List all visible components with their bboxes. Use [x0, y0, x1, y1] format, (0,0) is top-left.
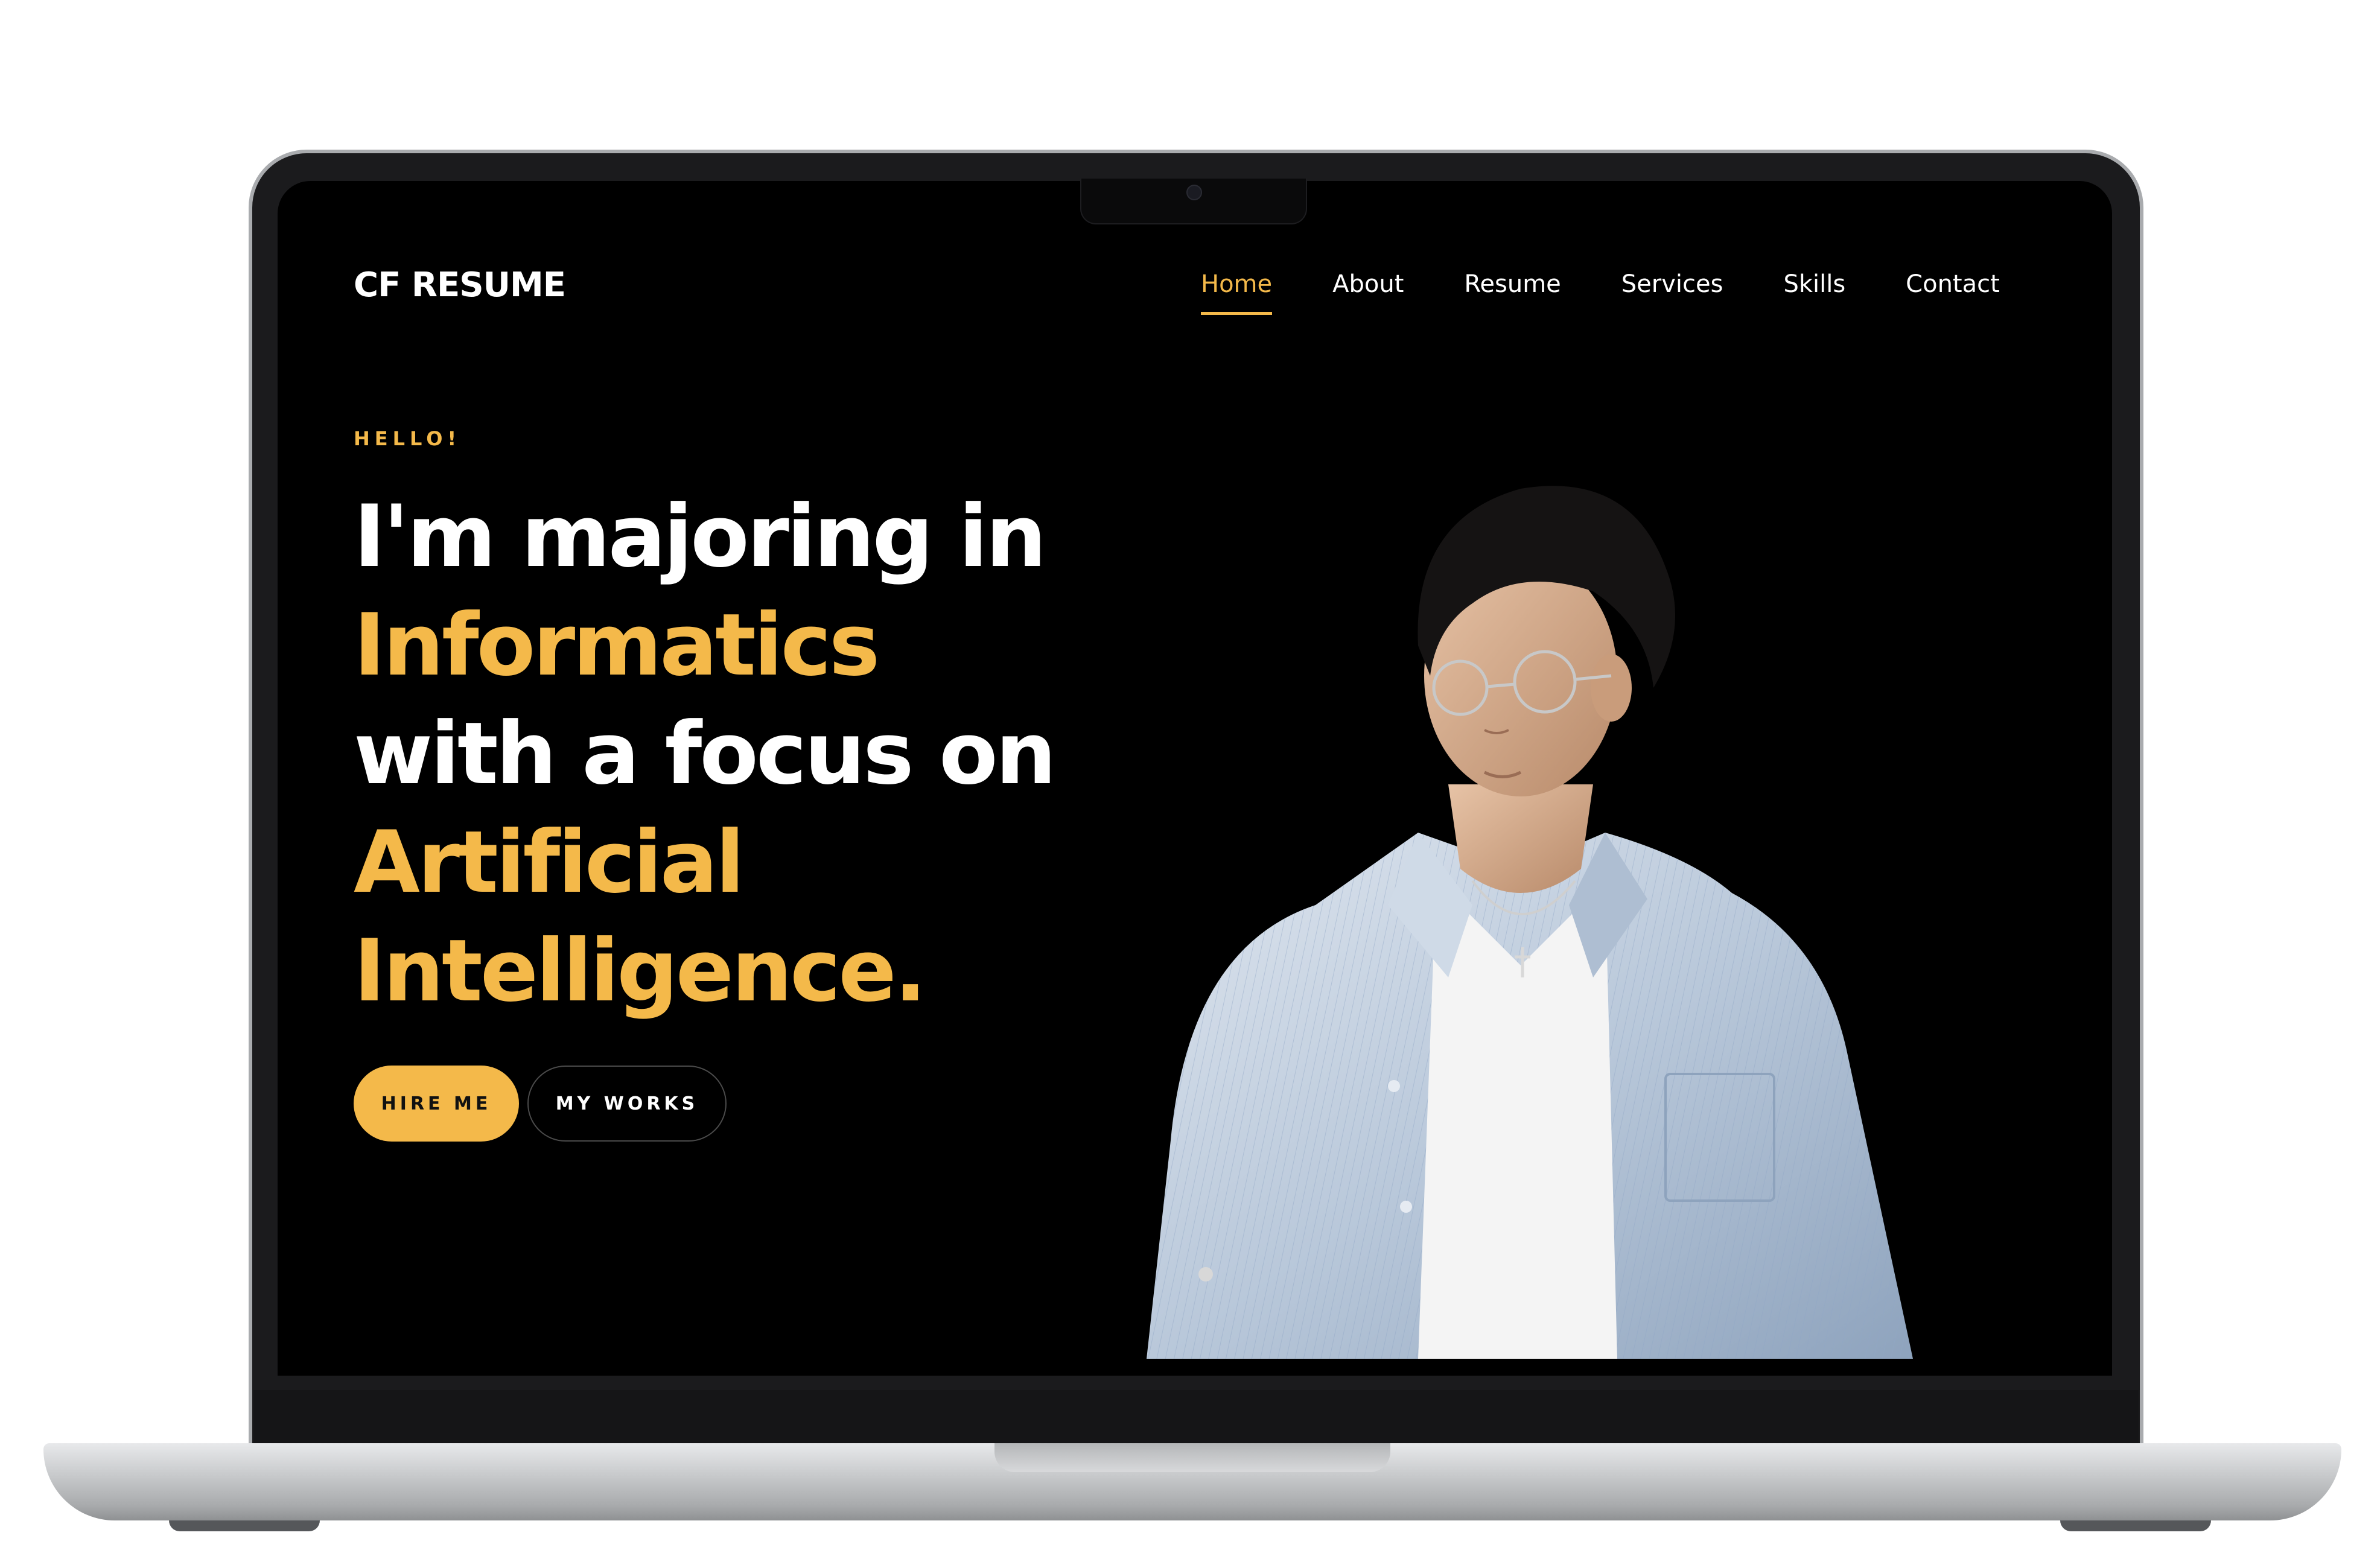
- nav-item-contact[interactable]: Contact: [1906, 270, 2000, 298]
- headline-line-3: with a focus on: [354, 704, 1057, 804]
- nav-item-services[interactable]: Services: [1621, 270, 1723, 298]
- site-logo[interactable]: CF RESUME: [354, 265, 566, 305]
- laptop-foot-left: [169, 1520, 320, 1531]
- hero-eyebrow: HELLO!: [354, 427, 462, 450]
- laptop-hinge: [253, 1390, 2139, 1447]
- laptop-base-groove: [994, 1443, 1390, 1472]
- nav-item-about[interactable]: About: [1332, 270, 1404, 298]
- headline-line-1: I'm majoring in: [354, 487, 1046, 586]
- my-works-button[interactable]: MY WORKS: [527, 1066, 727, 1142]
- headline-line-5: Intelligence.: [354, 921, 927, 1021]
- hero-headline: I'm majoring in Informatics with a focus…: [354, 483, 1057, 1026]
- portrait-photo: [1147, 486, 1913, 1359]
- hire-me-button[interactable]: HIRE ME: [354, 1066, 519, 1142]
- laptop-foot-right: [2060, 1520, 2211, 1531]
- carousel-dot[interactable]: [1198, 1267, 1213, 1282]
- nav-item-skills[interactable]: Skills: [1783, 270, 1845, 298]
- headline-line-2: Informatics: [354, 596, 880, 695]
- laptop-mockup: CF RESUME Home About Resume Services Ski…: [0, 0, 2380, 1547]
- camera-icon: [1186, 185, 1202, 200]
- headline-line-4: Artificial: [354, 813, 745, 912]
- nav-item-resume[interactable]: Resume: [1464, 270, 1561, 298]
- main-nav: Home About Resume Services Skills Contac…: [1201, 270, 2060, 315]
- nav-item-home[interactable]: Home: [1201, 270, 1273, 315]
